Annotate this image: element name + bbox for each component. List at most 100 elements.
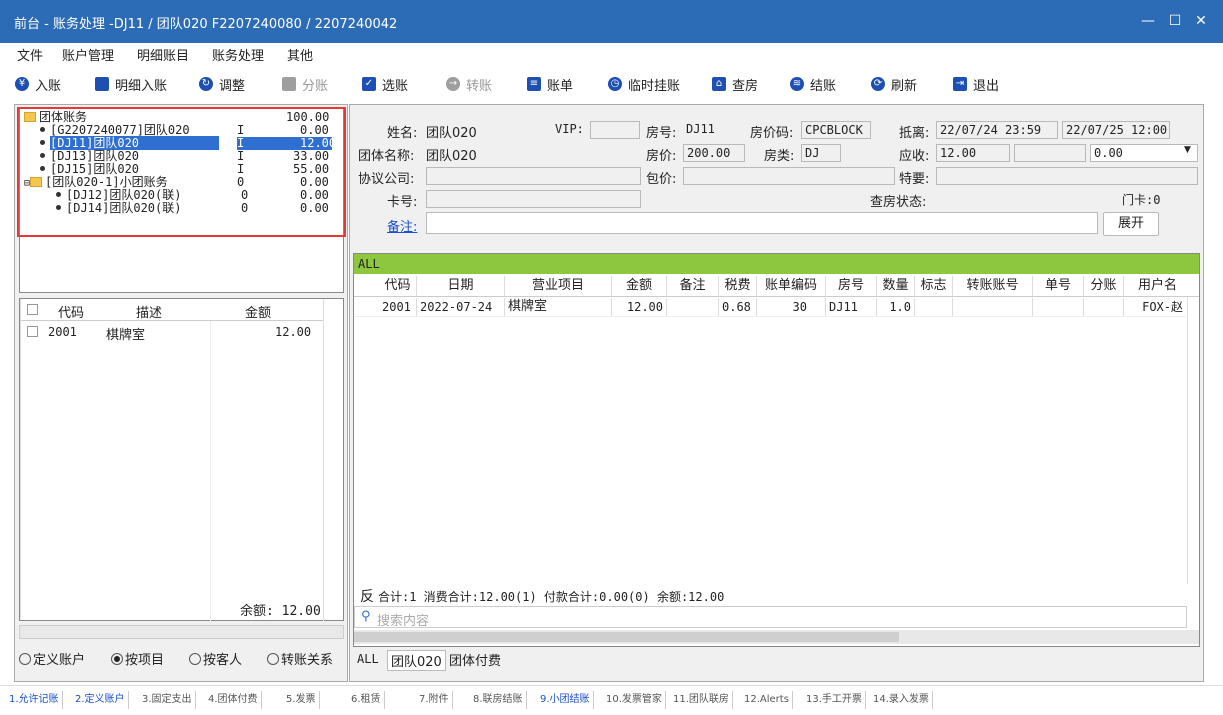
special-field[interactable] xyxy=(936,167,1198,185)
col-tax[interactable]: 税费 xyxy=(719,276,757,296)
col-bill-code[interactable]: 账单编码 xyxy=(757,276,826,296)
tree-row[interactable]: [DJ14]团队020(联) 0 0.00 xyxy=(56,202,332,215)
refresh-button[interactable]: ⟳ 刷新 xyxy=(871,74,917,94)
menu-detail-items[interactable]: 明细账目 xyxy=(137,45,189,64)
search-bar[interactable]: ⚲ 搜索内容 xyxy=(354,606,1187,629)
col-transfer-account[interactable]: 转账账号 xyxy=(953,276,1033,296)
menu-file[interactable]: 文件 xyxy=(17,45,43,64)
tree-row-label: [G2207240077]团队020 xyxy=(50,123,190,137)
room-check-button[interactable]: ⌂ 查房 xyxy=(712,74,758,94)
menu-other[interactable]: 其他 xyxy=(287,45,313,64)
adjust-button[interactable]: ↻ 调整 xyxy=(199,74,245,94)
depart-field[interactable]: 22/07/25 12:00 xyxy=(1062,121,1170,139)
receivable-field-2[interactable] xyxy=(1014,144,1086,162)
room-check-label: 查房 xyxy=(732,78,759,94)
tab-enter-invoice[interactable]: 14.录入发票 xyxy=(870,691,933,709)
tab-alerts[interactable]: 12.Alerts xyxy=(741,691,793,709)
receivable-dropdown[interactable]: 0.00 xyxy=(1090,144,1198,162)
col-quantity[interactable]: 数量 xyxy=(877,276,915,296)
tab-group-pay[interactable]: 4.团体付费 xyxy=(205,691,262,709)
col-remark[interactable]: 备注 xyxy=(667,276,719,296)
table-row[interactable]: 2001 棋牌室 12.00 xyxy=(20,322,323,343)
bullet-icon xyxy=(56,192,61,197)
temp-hold-button[interactable]: ◷ 临时挂账 xyxy=(608,74,680,94)
radio-by-guest[interactable]: 按客人 xyxy=(189,649,242,668)
tab-allow-posting[interactable]: 1.允许记账 xyxy=(6,691,63,709)
refresh-label: 刷新 xyxy=(891,78,918,94)
col-flag[interactable]: 标志 xyxy=(915,276,953,296)
tab-subgroup-checkout[interactable]: 9.小团结账 xyxy=(537,691,594,709)
bill-button[interactable]: ≡ 账单 xyxy=(527,74,573,94)
item-table: 代码 描述 金额 2001 棋牌室 12.00 余额: 12.00 xyxy=(19,298,344,621)
checkout-button[interactable]: ≋ 结账 xyxy=(790,74,836,94)
transfer-button[interactable]: → 转账 xyxy=(446,74,492,94)
post-button[interactable]: ¥ 入账 xyxy=(15,74,61,94)
col-split[interactable]: 分账 xyxy=(1084,276,1124,296)
tab-lease[interactable]: 6.租赁 xyxy=(348,691,385,709)
tab-fixed-expense[interactable]: 3.固定支出 xyxy=(139,691,196,709)
menu-account-management[interactable]: 账户管理 xyxy=(62,45,114,64)
arrive-field[interactable]: 22/07/24 23:59 xyxy=(936,121,1058,139)
vertical-scrollbar[interactable] xyxy=(1187,297,1199,584)
receivable-field[interactable]: 12.00 xyxy=(936,144,1010,162)
radio-label: 定义账户 xyxy=(33,653,86,668)
tab-linked-checkout[interactable]: 8.联房结账 xyxy=(470,691,527,709)
col-room[interactable]: 房号 xyxy=(826,276,877,296)
close-button[interactable]: ✕ xyxy=(1190,10,1212,32)
tab-group-link[interactable]: 11.团队联房 xyxy=(670,691,733,709)
chevron-down-icon[interactable]: ▼ xyxy=(1184,145,1191,155)
company-field[interactable] xyxy=(426,167,641,185)
minimize-button[interactable]: — xyxy=(1137,10,1159,32)
select-account-button[interactable]: ✓ 选账 xyxy=(362,74,408,94)
room-value: DJ11 xyxy=(686,122,715,136)
bill-label: 账单 xyxy=(547,78,574,94)
tab-invoice-manager[interactable]: 10.发票管家 xyxy=(603,691,666,709)
vip-field[interactable] xyxy=(590,121,640,139)
package-field[interactable] xyxy=(683,167,895,185)
col-amount[interactable]: 金额 xyxy=(612,276,667,296)
col-code[interactable]: 代码 xyxy=(379,276,417,296)
radio-transfer-relation[interactable]: 转账关系 xyxy=(267,649,333,668)
remark-link[interactable]: 备注: xyxy=(387,216,417,235)
horizontal-scrollbar[interactable] xyxy=(19,625,344,639)
scrollbar-thumb[interactable] xyxy=(354,632,899,642)
split-button[interactable]: 分账 xyxy=(282,74,328,94)
rate-code-field[interactable]: CPCBLOCK xyxy=(801,121,871,139)
name-label: 姓名: xyxy=(387,126,418,141)
card-field[interactable] xyxy=(426,190,641,208)
exit-icon: ⇥ xyxy=(953,77,967,91)
expand-button[interactable]: 展开 xyxy=(1103,212,1159,236)
menu-accounting[interactable]: 账务处理 xyxy=(212,45,264,64)
radio-label: 转账关系 xyxy=(281,653,334,668)
col-user[interactable]: 用户名 xyxy=(1124,276,1186,296)
tab-manual-invoice[interactable]: 13.手工开票 xyxy=(803,691,866,709)
radio-by-item[interactable]: 按项目 xyxy=(111,649,164,668)
maximize-button[interactable]: ☐ xyxy=(1164,10,1186,32)
tab-attachment[interactable]: 7.附件 xyxy=(416,691,453,709)
search-input[interactable]: 搜索内容 xyxy=(377,610,429,629)
tree-row-amount: 0.00 xyxy=(300,201,329,215)
col-date[interactable]: 日期 xyxy=(417,276,505,296)
item-table-header: 代码 描述 金额 xyxy=(20,299,323,321)
exit-button[interactable]: ⇥ 退出 xyxy=(953,74,999,94)
detail-post-button[interactable]: 明细入账 xyxy=(95,74,167,94)
radio-defined-account[interactable]: 定义账户 xyxy=(19,649,85,668)
row-checkbox[interactable] xyxy=(27,326,38,337)
left-pane: 团体账务 100.00 [G2207240077]团队020 I 0.00 [D… xyxy=(14,104,348,682)
tab-group-020[interactable]: 团队020 xyxy=(387,650,446,671)
remark-field[interactable] xyxy=(426,212,1098,234)
col-order-no[interactable]: 单号 xyxy=(1033,276,1084,296)
horizontal-scrollbar[interactable] xyxy=(354,630,1199,644)
tab-all[interactable]: ALL xyxy=(357,652,379,666)
select-all-checkbox[interactable] xyxy=(27,304,38,315)
price-field[interactable]: 200.00 xyxy=(683,144,745,162)
cell-order-no xyxy=(1033,298,1084,316)
room-type-field[interactable]: DJ xyxy=(801,144,841,162)
reverse-toggle[interactable]: 反 xyxy=(360,586,374,606)
col-business-item[interactable]: 营业项目 xyxy=(505,276,612,296)
tab-invoice[interactable]: 5.发票 xyxy=(283,691,320,709)
exit-label: 退出 xyxy=(973,78,1000,94)
tab-group-payment[interactable]: 团体付费 xyxy=(449,650,501,669)
balance-label: 余额: 12.00 xyxy=(240,604,321,619)
tab-define-account[interactable]: 2.定义账户 xyxy=(72,691,129,709)
